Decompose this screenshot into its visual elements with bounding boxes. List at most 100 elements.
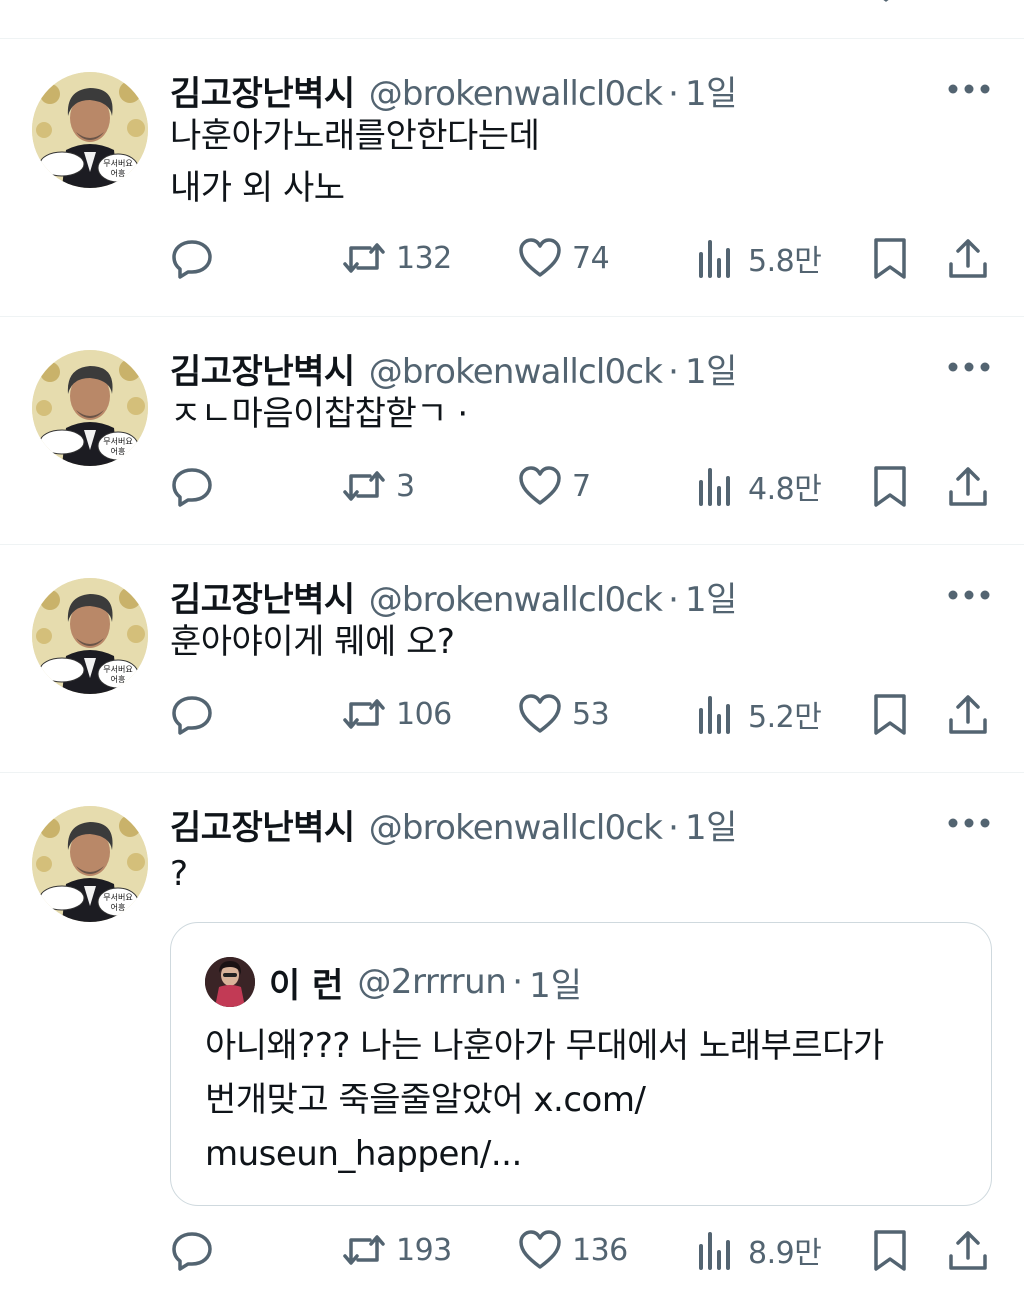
divider [0, 772, 1024, 773]
action-bar: 193 136 8.9만 [0, 1228, 1024, 1272]
quoted-timestamp[interactable]: 1일 [529, 958, 582, 1007]
views-chart-icon [699, 1232, 730, 1270]
tweet[interactable]: 무서버요 어흥 김고장난벽시 @brokenwallcl0ck · 1일 ? 이… [0, 800, 1024, 1297]
share-button[interactable] [946, 464, 990, 508]
share-icon[interactable] [868, 0, 904, 6]
share-button[interactable] [946, 692, 990, 736]
display-name[interactable]: 김고장난벽시 [170, 800, 355, 849]
more-dots-icon[interactable] [944, 588, 994, 602]
tweet[interactable]: 무서버요 어흥 김고장난벽시 @brokenwallcl0ck · 1일 ㅈㄴ마… [0, 344, 1024, 544]
share-button[interactable] [946, 236, 990, 280]
tweet-text: ? [170, 854, 188, 894]
share-icon [949, 695, 987, 734]
more-dots-icon[interactable] [944, 360, 994, 374]
reply-button[interactable] [170, 236, 214, 280]
timestamp[interactable]: 1일 [685, 572, 737, 621]
user-handle[interactable]: @brokenwallcl0ck [369, 74, 663, 114]
reply-button[interactable] [170, 692, 214, 736]
quoted-text: 아니왜??? 나는 나훈아가 무대에서 노래부르다가 번개맞고 죽을줄알았어 x… [205, 1026, 884, 1174]
like-button[interactable]: 7 [518, 464, 591, 508]
heart-icon [519, 1230, 561, 1269]
avatar[interactable]: 무서버요 어흥 [32, 350, 148, 466]
separator-dot: · [668, 352, 679, 392]
action-bar: 3 7 4.8만 [0, 464, 1024, 508]
like-button[interactable]: 53 [518, 692, 610, 736]
tweet-text: 훈아야이게 뭬에 오? [170, 622, 455, 662]
share-button[interactable] [946, 1228, 990, 1272]
views-count: 5.2만 [748, 700, 822, 735]
separator-dot: · [668, 580, 679, 620]
retweet-count: 132 [396, 240, 452, 276]
action-bar: 106 53 5.2만 [0, 692, 1024, 736]
svg-text:어흥: 어흥 [111, 446, 126, 456]
reply-icon [172, 696, 212, 735]
avatar-image: 무서버요 어흥 [32, 578, 148, 694]
views-button[interactable]: 8.9만 [694, 1228, 822, 1272]
avatar[interactable]: 무서버요 어흥 [32, 806, 148, 922]
like-button[interactable]: 136 [518, 1228, 628, 1272]
user-handle[interactable]: @brokenwallcl0ck [369, 808, 663, 848]
reply-icon [172, 468, 212, 507]
retweet-button[interactable]: 106 [342, 692, 452, 736]
views-count: 8.9만 [748, 1236, 822, 1271]
tweet-header: 김고장난벽시 @brokenwallcl0ck · 1일 [170, 572, 810, 621]
bookmark-button[interactable] [868, 236, 912, 280]
reply-icon [172, 240, 212, 279]
quoted-tweet[interactable]: 이 런 @2rrrrun · 1일 아니왜??? 나는 나훈아가 무대에서 노래… [170, 922, 992, 1206]
views-chart-icon [699, 240, 730, 278]
like-count: 136 [572, 1232, 628, 1268]
bookmark-button[interactable] [868, 464, 912, 508]
avatar[interactable]: 무서버요 어흥 [32, 72, 148, 188]
svg-text:어흥: 어흥 [111, 902, 126, 912]
quoted-avatar[interactable] [205, 957, 255, 1007]
tweet[interactable]: 무서버요 어흥 김고장난벽시 @brokenwallcl0ck · 1일 나훈아… [0, 66, 1024, 316]
retweet-count: 193 [396, 1232, 452, 1268]
avatar[interactable]: 무서버요 어흥 [32, 578, 148, 694]
more-dots-icon[interactable] [944, 82, 994, 96]
bookmark-button[interactable] [868, 692, 912, 736]
reply-button[interactable] [170, 464, 214, 508]
divider [0, 544, 1024, 545]
retweet-icon [343, 243, 385, 273]
bookmark-button[interactable] [868, 1228, 912, 1272]
views-button[interactable]: 5.8만 [694, 236, 822, 280]
display-name[interactable]: 김고장난벽시 [170, 344, 355, 393]
retweet-icon [343, 699, 385, 729]
user-handle[interactable]: @brokenwallcl0ck [369, 580, 663, 620]
reply-button[interactable] [170, 1228, 214, 1272]
display-name[interactable]: 김고장난벽시 [170, 66, 355, 115]
bookmark-icon [874, 694, 906, 735]
timestamp[interactable]: 1일 [685, 344, 737, 393]
separator-dot: · [512, 962, 524, 1002]
timestamp[interactable]: 1일 [685, 800, 737, 849]
separator-dot: · [668, 808, 679, 848]
like-button[interactable]: 74 [518, 236, 610, 280]
bookmark-icon [874, 1230, 906, 1271]
quoted-user-handle[interactable]: @2rrrrun [357, 962, 506, 1002]
display-name[interactable]: 김고장난벽시 [170, 572, 355, 621]
divider [0, 38, 1024, 39]
share-icon [949, 1231, 987, 1270]
svg-text:어흥: 어흥 [111, 168, 126, 178]
share-icon [949, 467, 987, 506]
views-button[interactable]: 5.2만 [694, 692, 822, 736]
svg-text:무서버요: 무서버요 [103, 158, 132, 168]
like-count: 53 [572, 696, 610, 732]
retweet-button[interactable]: 193 [342, 1228, 452, 1272]
tweet[interactable]: 무서버요 어흥 김고장난벽시 @brokenwallcl0ck · 1일 훈아야… [0, 572, 1024, 772]
retweet-button[interactable]: 132 [342, 236, 452, 280]
views-button[interactable]: 4.8만 [694, 464, 822, 508]
bookmark-icon [874, 466, 906, 507]
timeline: 무서버요 어흥 김고장난벽시 @brokenwallcl0ck · 1일 나훈아… [0, 0, 1024, 1297]
quoted-display-name[interactable]: 이 런 [269, 958, 343, 1007]
tweet-text: ㅈㄴ마음이찹찹핟ㄱ · [170, 394, 468, 434]
reply-icon [172, 1232, 212, 1271]
retweet-button[interactable]: 3 [342, 464, 415, 508]
heart-icon [519, 694, 561, 733]
separator-dot: · [668, 74, 679, 114]
user-handle[interactable]: @brokenwallcl0ck [369, 352, 663, 392]
more-dots-icon[interactable] [944, 816, 994, 830]
views-count: 4.8만 [748, 472, 822, 507]
views-chart-icon [699, 696, 730, 734]
timestamp[interactable]: 1일 [685, 66, 737, 115]
